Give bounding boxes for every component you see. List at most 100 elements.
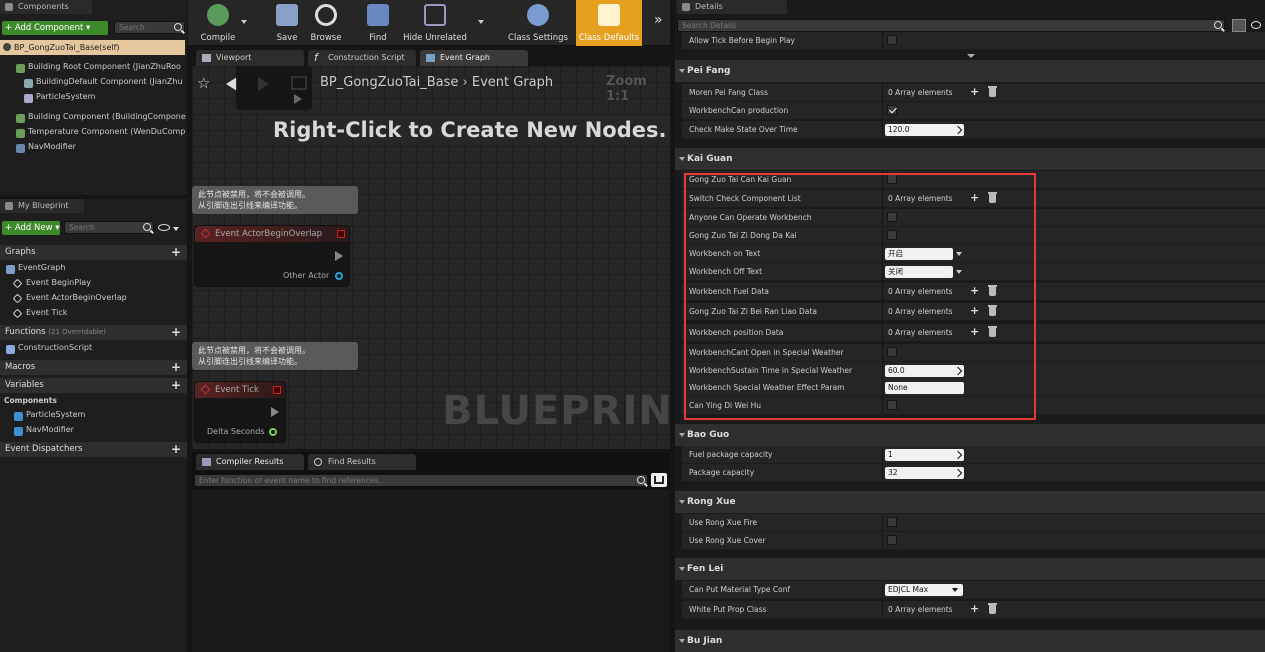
exec-output-pin[interactable] <box>271 407 279 417</box>
add-component-button[interactable]: + Add Component ▾ <box>2 21 108 35</box>
chevron-down-icon[interactable] <box>956 270 962 274</box>
eye-icon[interactable] <box>158 224 170 231</box>
toolbar-more-button[interactable]: » <box>654 12 663 28</box>
compile-options-arrow[interactable] <box>241 20 247 24</box>
component-item[interactable]: NavModifier <box>16 142 186 156</box>
tab-construction-script[interactable]: f Construction Script <box>308 50 416 66</box>
add-element-icon[interactable]: + <box>970 325 979 338</box>
prop-text-input[interactable]: None <box>885 382 964 394</box>
tab-viewport[interactable]: Viewport <box>196 50 304 66</box>
add-element-icon[interactable]: + <box>970 304 979 317</box>
binoculars-button[interactable] <box>651 473 667 487</box>
add-element-icon[interactable]: + <box>970 602 979 615</box>
prop-checkbox[interactable] <box>887 535 897 545</box>
components-var-group[interactable]: Components <box>4 396 57 405</box>
add-variable-icon[interactable]: + <box>171 379 181 391</box>
chevron-down-icon[interactable] <box>173 227 179 231</box>
add-element-icon[interactable]: + <box>970 191 979 204</box>
variables-section[interactable]: Variables + <box>0 378 187 393</box>
prop-number-input[interactable]: 60.0 <box>885 365 964 377</box>
trash-icon[interactable] <box>988 86 997 97</box>
category-header[interactable]: Bu Jian <box>675 630 1265 652</box>
add-new-button[interactable]: + Add New ▾ <box>2 221 60 235</box>
prop-checkbox[interactable] <box>887 35 897 45</box>
tab-compiler-results[interactable]: Compiler Results <box>196 454 304 470</box>
function-item[interactable]: ConstructionScript <box>6 343 92 354</box>
prop-number-input[interactable]: 32 <box>885 467 964 479</box>
eventgraph-item[interactable]: EventGraph <box>6 263 65 274</box>
hide-unrelated-button[interactable]: Hide Unrelated <box>400 0 470 46</box>
category-header[interactable]: Rong Xue <box>675 491 1265 513</box>
prop-checkbox[interactable] <box>887 347 897 357</box>
add-function-icon[interactable]: + <box>171 326 181 338</box>
find-references-input[interactable]: Enter function or event name to find ref… <box>194 474 648 487</box>
delegate-pin[interactable] <box>273 386 281 394</box>
trash-icon[interactable] <box>988 192 997 203</box>
prop-checkbox[interactable] <box>887 400 897 410</box>
functions-section[interactable]: Functions (21 Overridable) + <box>0 325 187 340</box>
variable-item[interactable]: ParticleSystem <box>14 410 85 421</box>
root-component[interactable]: BP_GongZuoTai_Base(self) <box>0 40 185 55</box>
trash-icon[interactable] <box>988 305 997 316</box>
component-item[interactable]: Building Component (BuildingCompone <box>16 112 186 126</box>
prop-number-input[interactable]: 120.0 <box>885 124 964 136</box>
components-tab[interactable]: Components <box>0 0 92 14</box>
chevron-down-icon[interactable] <box>956 252 962 256</box>
add-element-icon[interactable]: + <box>970 284 979 297</box>
prop-checkbox[interactable] <box>887 174 897 184</box>
class-settings-button[interactable]: Class Settings <box>505 0 571 46</box>
details-lock-icon[interactable] <box>1251 21 1261 29</box>
exec-output-pin[interactable] <box>335 251 343 261</box>
prop-number-input[interactable]: 1 <box>885 449 964 461</box>
chevron-down-icon[interactable] <box>952 588 958 592</box>
component-item[interactable]: BuildingDefault Component (JianZhu <box>24 77 186 91</box>
myblueprint-tab[interactable]: My Blueprint <box>0 199 84 213</box>
browse-button[interactable]: Browse <box>307 0 345 46</box>
find-button[interactable]: Find <box>358 0 398 46</box>
trash-icon[interactable] <box>988 326 997 337</box>
trash-icon[interactable] <box>988 285 997 296</box>
prop-checkbox[interactable] <box>887 517 897 527</box>
myblueprint-search-input[interactable]: Search <box>64 221 154 234</box>
class-defaults-button[interactable]: Class Defaults <box>576 0 642 46</box>
compile-button[interactable]: Compile <box>190 0 246 46</box>
graphs-section[interactable]: Graphs + <box>0 245 187 260</box>
delegate-pin[interactable] <box>337 230 345 238</box>
breadcrumb-graph[interactable]: Event Graph <box>472 75 553 90</box>
tab-event-graph[interactable]: Event Graph <box>420 50 528 66</box>
prop-checkbox[interactable] <box>887 212 897 222</box>
variable-item[interactable]: NavModifier <box>14 425 74 436</box>
breadcrumb-blueprint[interactable]: BP_GongZuoTai_Base <box>320 75 458 90</box>
event-tick-node[interactable]: Event Tick Delta Seconds <box>194 381 286 443</box>
add-dispatcher-icon[interactable]: + <box>171 443 181 455</box>
prop-text-input[interactable]: 关闭 <box>885 266 953 278</box>
other-actor-pin[interactable] <box>335 272 343 280</box>
delta-seconds-pin[interactable] <box>269 428 277 436</box>
add-macro-icon[interactable]: + <box>171 361 181 373</box>
tab-find-results[interactable]: Find Results <box>308 454 416 470</box>
event-item[interactable]: Event ActorBeginOverlap <box>12 293 127 304</box>
hide-unrelated-arrow[interactable] <box>478 20 484 24</box>
event-item[interactable]: Event Tick <box>12 308 67 319</box>
event-item[interactable]: Event BeginPlay <box>12 278 91 289</box>
event-actor-begin-overlap-node[interactable]: Event ActorBeginOverlap Other Actor <box>194 225 350 287</box>
prop-text-input[interactable]: 开启 <box>885 248 953 260</box>
category-header[interactable]: Bao Guo <box>675 424 1265 446</box>
star-icon[interactable]: ☆ <box>197 74 210 92</box>
advanced-expand-arrow[interactable] <box>967 54 975 58</box>
components-search-input[interactable]: Search <box>114 21 185 34</box>
dispatchers-section[interactable]: Event Dispatchers + <box>0 442 187 457</box>
category-header[interactable]: Pei Fang <box>675 60 1265 82</box>
event-graph-canvas[interactable]: ☆ BP_GongZuoTai_Base › Event Graph Zoom … <box>192 66 670 449</box>
macros-section[interactable]: Macros + <box>0 360 187 375</box>
add-graph-icon[interactable]: + <box>171 246 181 258</box>
category-header[interactable]: Fen Lei <box>675 558 1265 580</box>
prop-checkbox[interactable] <box>887 105 897 115</box>
category-header[interactable]: Kai Guan <box>675 148 1265 170</box>
save-button[interactable]: Save <box>268 0 306 46</box>
add-element-icon[interactable]: + <box>970 85 979 98</box>
details-search-input[interactable]: Search Details <box>677 19 1225 32</box>
component-item[interactable]: Temperature Component (WenDuComp <box>16 127 186 141</box>
component-item[interactable]: ParticleSystem <box>24 92 186 106</box>
details-view-options-icon[interactable] <box>1232 19 1246 32</box>
